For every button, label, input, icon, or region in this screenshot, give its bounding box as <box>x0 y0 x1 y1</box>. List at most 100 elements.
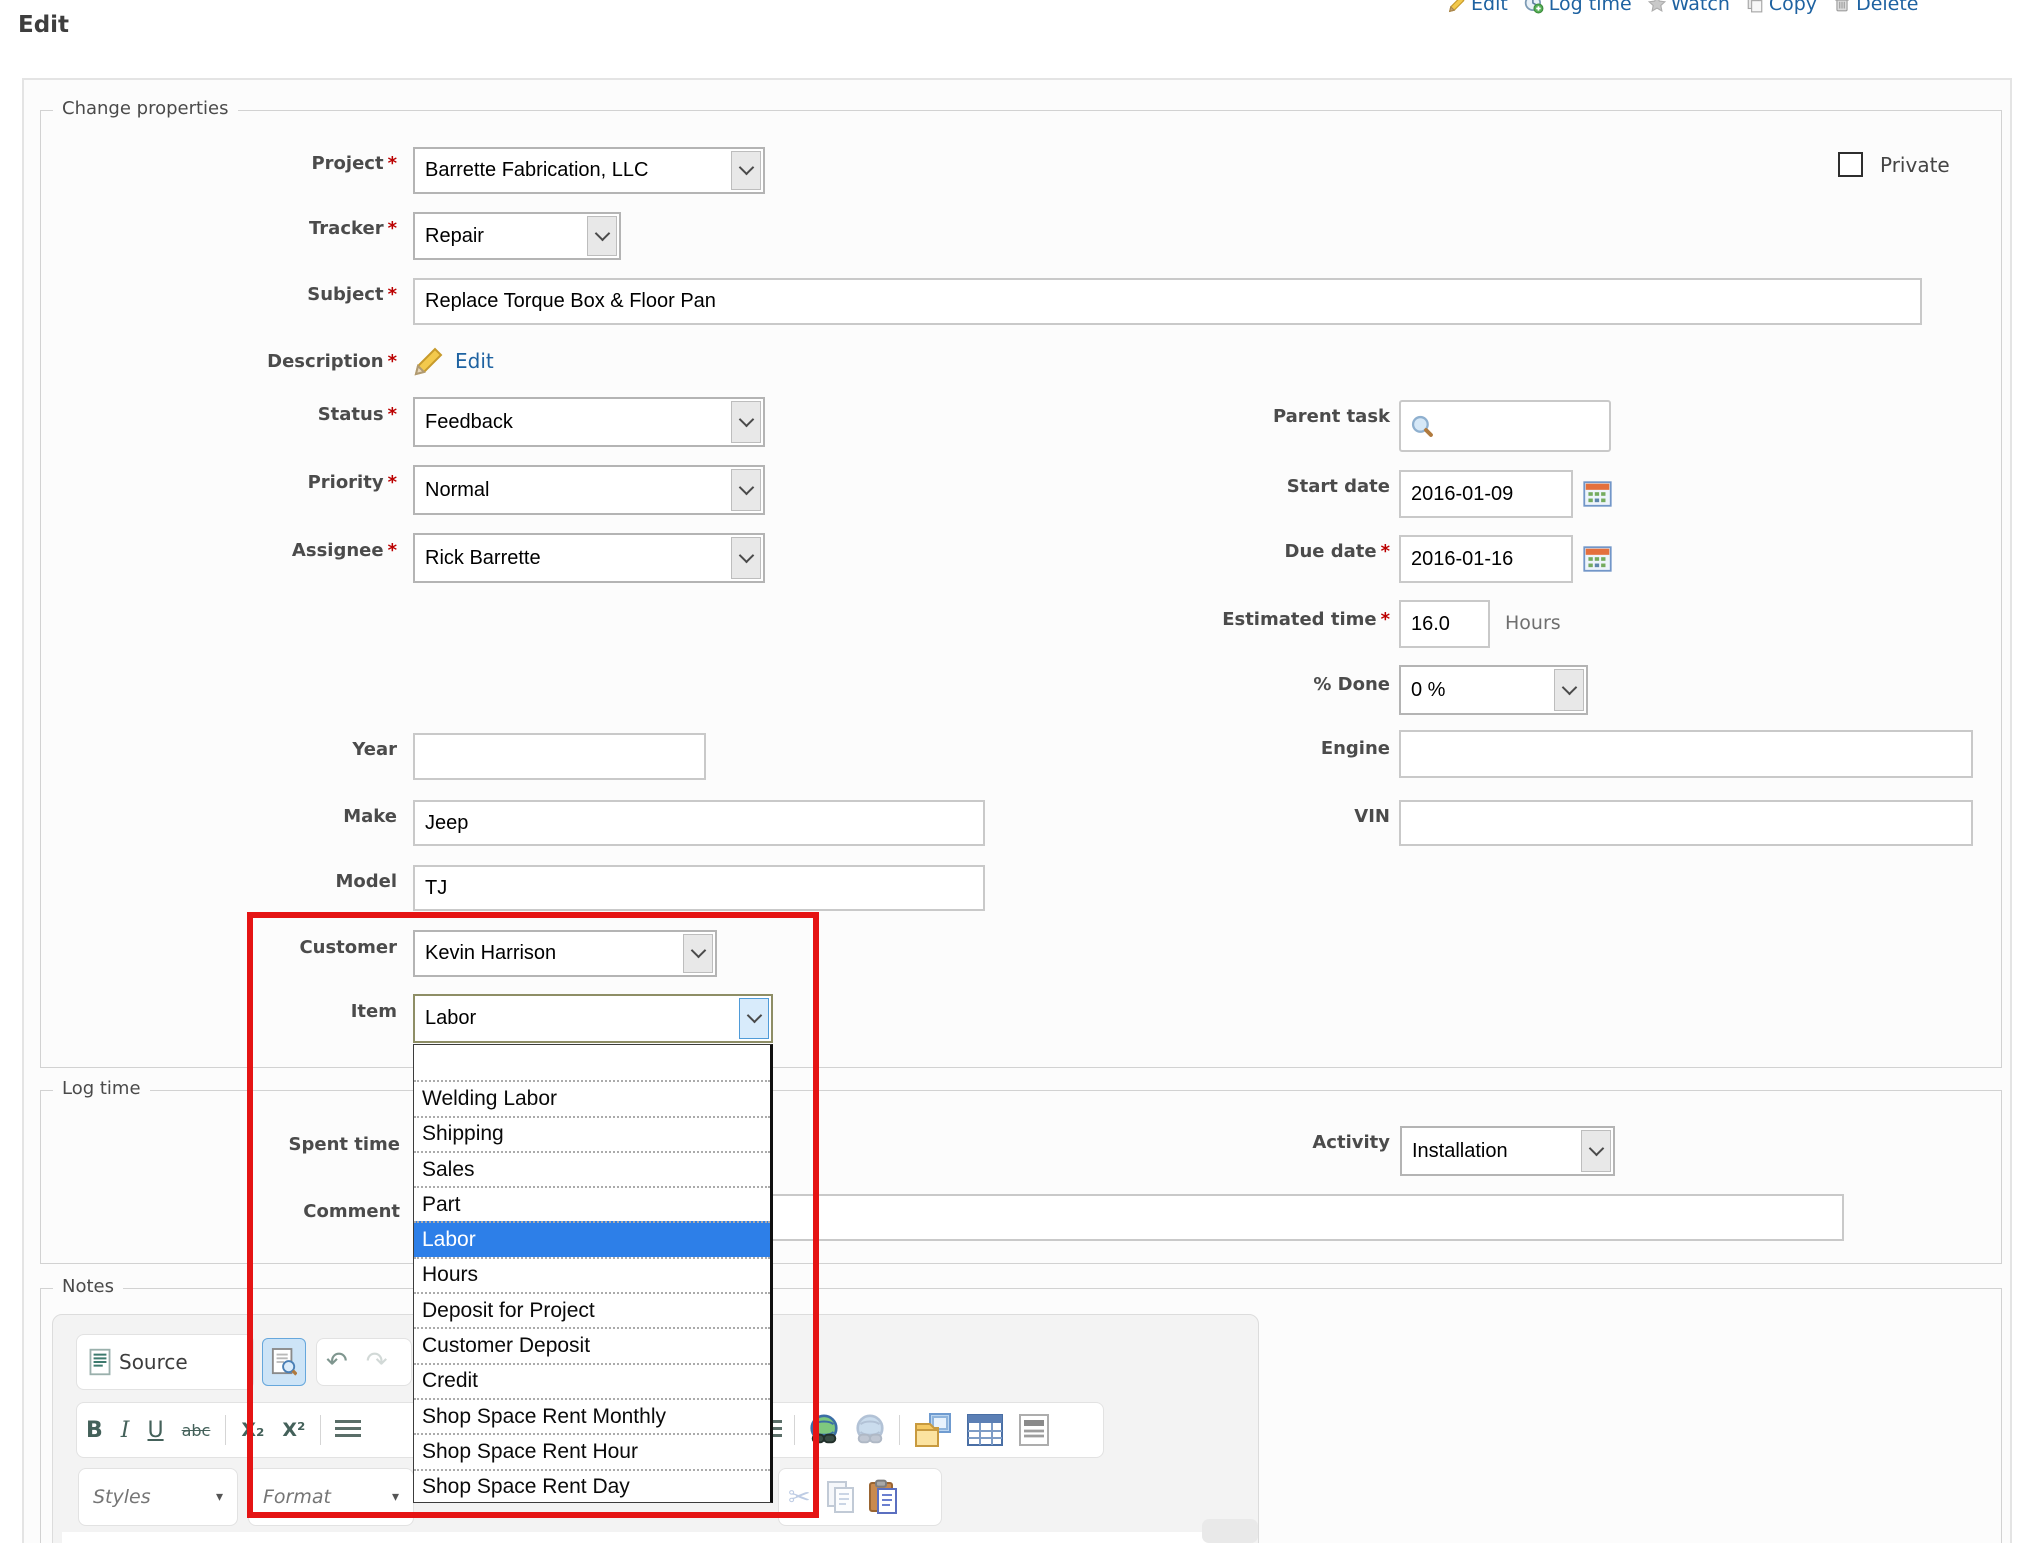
table-icon[interactable] <box>966 1413 1004 1447</box>
customer-label: Customer <box>77 936 397 960</box>
item-select[interactable]: Labor <box>413 994 773 1043</box>
page-properties-icon[interactable] <box>1016 1412 1052 1448</box>
item-dropdown: Welding LaborShippingSalesPartLaborHours… <box>413 1044 773 1503</box>
image-icon[interactable] <box>914 1412 954 1448</box>
chevron-down-icon <box>683 934 713 973</box>
tracker-label: Tracker* <box>77 217 397 241</box>
preview-button[interactable] <box>262 1338 306 1386</box>
parent-task-input[interactable] <box>1399 400 1611 452</box>
copy-document-icon[interactable] <box>826 1480 856 1514</box>
description-edit-link[interactable]: Edit <box>455 349 494 373</box>
delete-action-label: Delete <box>1856 0 1918 15</box>
estimated-time-input[interactable]: 16.0 <box>1399 600 1490 648</box>
comment-label: Comment <box>77 1200 400 1224</box>
bold-button[interactable]: B <box>86 1418 103 1443</box>
chevron-down-icon <box>731 537 761 579</box>
copy-icon <box>1746 0 1764 13</box>
styles-dropdown-label: Styles <box>93 1486 151 1508</box>
notes-editor-content[interactable] <box>62 1532 1248 1543</box>
delete-action[interactable]: Delete <box>1833 0 1918 15</box>
due-date-label: Due date* <box>1030 540 1390 564</box>
project-select[interactable]: Barrette Fabrication, LLC <box>413 147 765 194</box>
calendar-icon[interactable] <box>1583 545 1612 573</box>
tracker-select[interactable]: Repair <box>413 212 621 260</box>
dropdown-option[interactable]: Labor <box>414 1221 770 1256</box>
dropdown-option[interactable]: Sales <box>414 1151 770 1186</box>
format-dropdown[interactable]: Format ▾ <box>248 1468 414 1526</box>
chevron-down-icon: ▾ <box>216 1489 223 1505</box>
chevron-down-icon <box>731 401 761 443</box>
numbered-list-icon[interactable] <box>335 1420 361 1440</box>
chevron-down-icon <box>587 216 617 256</box>
priority-select[interactable]: Normal <box>413 465 765 515</box>
log-time-action[interactable]: Log time <box>1524 0 1632 15</box>
cut-icon[interactable]: ✂ <box>788 1482 811 1513</box>
dropdown-option[interactable]: Credit <box>414 1363 770 1398</box>
redo-icon[interactable]: ↷ <box>366 1347 388 1377</box>
year-input[interactable] <box>413 733 706 780</box>
dropdown-option[interactable] <box>414 1045 770 1080</box>
undo-icon[interactable]: ↶ <box>326 1347 348 1377</box>
clock-plus-icon <box>1524 0 1544 14</box>
engine-input[interactable] <box>1399 730 1973 778</box>
vin-input[interactable] <box>1399 800 1973 846</box>
chevron-down-icon <box>1581 1130 1611 1172</box>
assignee-label: Assignee* <box>77 539 397 563</box>
start-date-input[interactable]: 2016-01-09 <box>1399 470 1573 518</box>
subscript-button[interactable]: X₂ <box>241 1419 264 1441</box>
editor-resize-handle[interactable] <box>1202 1519 1258 1543</box>
dropdown-option[interactable]: Welding Labor <box>414 1080 770 1115</box>
vin-label: VIN <box>1030 805 1390 829</box>
customer-select[interactable]: Kevin Harrison <box>413 930 717 977</box>
activity-label: Activity <box>1030 1131 1390 1155</box>
italic-button[interactable]: I <box>121 1418 130 1443</box>
copy-action-label: Copy <box>1769 0 1817 15</box>
dropdown-option[interactable]: Part <box>414 1186 770 1221</box>
edit-action-label: Edit <box>1471 0 1508 15</box>
private-label: Private <box>1880 153 1950 177</box>
watch-action-label: Watch <box>1671 0 1730 15</box>
search-icon <box>1409 413 1435 439</box>
project-label: Project* <box>77 152 397 176</box>
subject-label: Subject* <box>77 283 397 307</box>
star-icon <box>1648 0 1666 13</box>
done-ratio-select[interactable]: 0 % <box>1399 665 1588 715</box>
edit-action[interactable]: Edit <box>1448 0 1508 15</box>
make-label: Make <box>77 805 397 829</box>
log-time-legend: Log time <box>53 1078 150 1099</box>
dropdown-option[interactable]: Deposit for Project <box>414 1292 770 1327</box>
dropdown-option[interactable]: Shop Space Rent Day <box>414 1469 770 1503</box>
watch-action[interactable]: Watch <box>1648 0 1730 15</box>
model-input[interactable]: TJ <box>413 865 985 911</box>
trash-icon <box>1833 0 1851 13</box>
assignee-select[interactable]: Rick Barrette <box>413 533 765 583</box>
dropdown-option[interactable]: Shop Space Rent Hour <box>414 1433 770 1468</box>
styles-dropdown[interactable]: Styles ▾ <box>78 1468 238 1526</box>
superscript-button[interactable]: X² <box>282 1419 305 1441</box>
source-button[interactable]: Source <box>119 1350 188 1374</box>
subject-input[interactable]: Replace Torque Box & Floor Pan <box>413 278 1922 325</box>
pencil-icon <box>413 345 445 377</box>
log-time-action-label: Log time <box>1549 0 1632 15</box>
make-input[interactable]: Jeep <box>413 800 985 846</box>
due-date-input[interactable]: 2016-01-16 <box>1399 535 1573 583</box>
dropdown-option[interactable]: Hours <box>414 1257 770 1292</box>
hours-suffix: Hours <box>1505 612 1561 634</box>
link-icon[interactable] <box>807 1413 841 1447</box>
activity-select[interactable]: Installation <box>1400 1126 1615 1176</box>
private-checkbox[interactable] <box>1838 152 1863 177</box>
underline-button[interactable]: U <box>147 1418 163 1443</box>
unlink-icon[interactable] <box>853 1413 887 1447</box>
chevron-down-icon <box>1554 669 1584 711</box>
done-ratio-label: % Done <box>1030 673 1390 697</box>
copy-action[interactable]: Copy <box>1746 0 1817 15</box>
description-label: Description* <box>77 350 397 374</box>
dropdown-option[interactable]: Customer Deposit <box>414 1327 770 1362</box>
strikethrough-button[interactable]: abc <box>182 1421 211 1440</box>
dropdown-option[interactable]: Shipping <box>414 1116 770 1151</box>
paste-icon[interactable] <box>868 1479 898 1515</box>
calendar-icon[interactable] <box>1583 480 1612 508</box>
dropdown-option[interactable]: Shop Space Rent Monthly <box>414 1398 770 1433</box>
status-select[interactable]: Feedback <box>413 397 765 447</box>
pencil-icon <box>1448 0 1466 13</box>
